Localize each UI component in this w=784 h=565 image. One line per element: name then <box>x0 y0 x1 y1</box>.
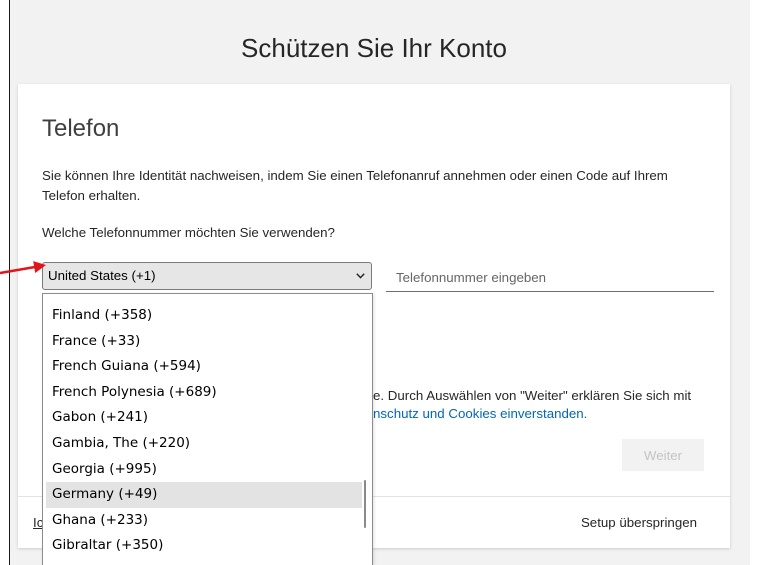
country-option[interactable]: French Guiana (+594) <box>46 354 362 380</box>
country-option[interactable]: France (+33) <box>46 329 362 355</box>
consent-text: e. Durch Auswählen von "Weiter" erklären… <box>373 388 692 403</box>
skip-setup-link[interactable]: Setup überspringen <box>581 497 697 548</box>
country-option[interactable]: French Polynesia (+689) <box>46 380 362 406</box>
chevron-down-icon <box>356 273 365 279</box>
phone-number-input[interactable] <box>386 263 714 292</box>
country-option[interactable]: Germany (+49) <box>46 482 362 508</box>
section-heading: Telefon <box>42 115 120 142</box>
country-dropdown-list[interactable]: Finland (+358) France (+33) French Guian… <box>42 293 373 565</box>
country-option[interactable]: Finland (+358) <box>46 303 362 329</box>
next-button[interactable]: Weiter <box>622 439 704 471</box>
section-description: Sie können Ihre Identität nachweisen, in… <box>42 168 668 203</box>
country-option[interactable]: Gambia, The (+220) <box>46 431 362 457</box>
country-option[interactable]: Ghana (+233) <box>46 508 362 534</box>
dropdown-scrollbar-thumb[interactable] <box>364 480 366 528</box>
country-option[interactable]: Georgia (+995) <box>46 457 362 483</box>
annotation-arrow <box>0 261 46 275</box>
country-code-select[interactable]: United States (+1) <box>42 262 372 290</box>
page-title: Schützen Sie Ihr Konto <box>241 33 507 63</box>
country-select-value: United States (+1) <box>48 268 156 283</box>
privacy-cookies-link[interactable]: nschutz und Cookies einverstanden. <box>373 405 587 423</box>
country-option[interactable]: Gabon (+241) <box>46 405 362 431</box>
phone-number-question: Welche Telefonnummer möchten Sie verwend… <box>42 225 335 240</box>
country-option[interactable]: Gibraltar (+350) <box>46 533 362 559</box>
